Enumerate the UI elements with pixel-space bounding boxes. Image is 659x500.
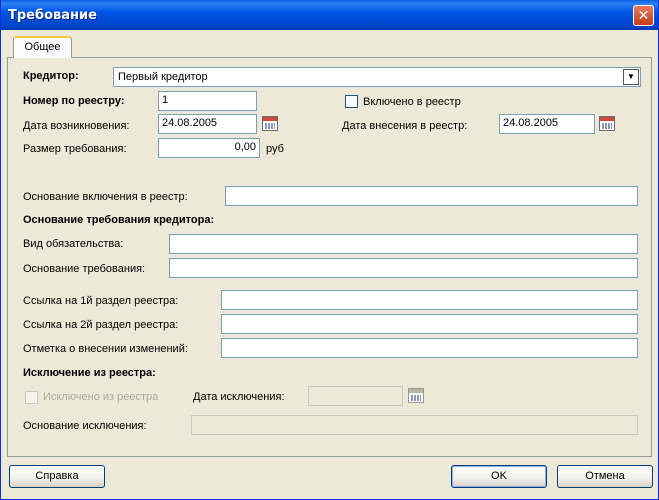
registry-section-2-field[interactable] (221, 314, 638, 334)
claim-amount-field[interactable]: 0,00 (158, 138, 260, 158)
help-button[interactable]: Справка (9, 465, 105, 488)
creditor-value: Первый кредитор (118, 71, 208, 83)
origin-date-field[interactable]: 24.08.2005 (158, 114, 257, 134)
entry-date-label: Дата внесения в реестр: (342, 120, 468, 132)
registry-section-1-field[interactable] (221, 290, 638, 310)
calendar-icon[interactable] (262, 116, 278, 131)
included-in-registry-label: Включено в реестр (363, 96, 461, 108)
cancel-button[interactable]: Отмена (557, 465, 653, 488)
close-button[interactable]: ✕ (633, 5, 654, 26)
claim-amount-label: Размер требования: (23, 143, 127, 155)
tab-general-label: Общее (24, 41, 61, 53)
entry-date-field[interactable]: 24.08.2005 (499, 114, 595, 134)
claim-basis-label: Основание требования: (23, 263, 146, 275)
tab-general[interactable]: Общее (13, 36, 72, 58)
currency-unit: руб (266, 143, 284, 155)
obligation-type-field[interactable] (169, 234, 638, 254)
claim-basis-heading: Основание требования кредитора: (23, 214, 215, 226)
claim-basis-field[interactable] (169, 258, 638, 278)
registry-number-label: Номер по реестру: (23, 95, 125, 107)
creditor-select[interactable]: Первый кредитор ▼ (113, 67, 641, 87)
excluded-from-registry-checkbox[interactable] (25, 391, 38, 404)
calendar-icon[interactable] (599, 116, 615, 131)
calendar-icon[interactable] (408, 388, 424, 403)
exclusion-basis-field[interactable] (191, 415, 638, 435)
registry-section-2-label: Ссылка на 2й раздел реестра: (23, 319, 179, 331)
creditor-label: Кредитор: (23, 70, 79, 82)
exclusion-date-label: Дата исключения: (193, 391, 285, 403)
window-title: Требование (8, 8, 97, 23)
exclusion-heading: Исключение из реестра: (23, 367, 156, 379)
exclusion-date-field[interactable] (308, 386, 403, 406)
included-in-registry-checkbox[interactable] (345, 95, 358, 108)
exclusion-basis-label: Основание исключения: (23, 420, 147, 432)
inclusion-basis-label: Основание включения в реестр: (23, 191, 188, 203)
excluded-from-registry-label: Исключено из реестра (43, 391, 159, 403)
changes-note-label: Отметка о внесении изменений: (23, 343, 188, 355)
close-icon: ✕ (637, 7, 650, 23)
registry-number-field[interactable]: 1 (158, 91, 257, 111)
chevron-down-icon[interactable]: ▼ (623, 69, 639, 85)
ok-button[interactable]: OK (451, 465, 547, 488)
dialog-window: Требование ✕ Общее Кредитор: Первый кред… (0, 0, 659, 500)
changes-note-field[interactable] (221, 338, 638, 358)
registry-section-1-label: Ссылка на 1й раздел реестра: (23, 295, 179, 307)
title-bar[interactable]: Требование ✕ (1, 0, 658, 30)
obligation-type-label: Вид обязательства: (23, 238, 124, 250)
inclusion-basis-field[interactable] (225, 186, 638, 206)
origin-date-label: Дата возникновения: (23, 120, 130, 132)
